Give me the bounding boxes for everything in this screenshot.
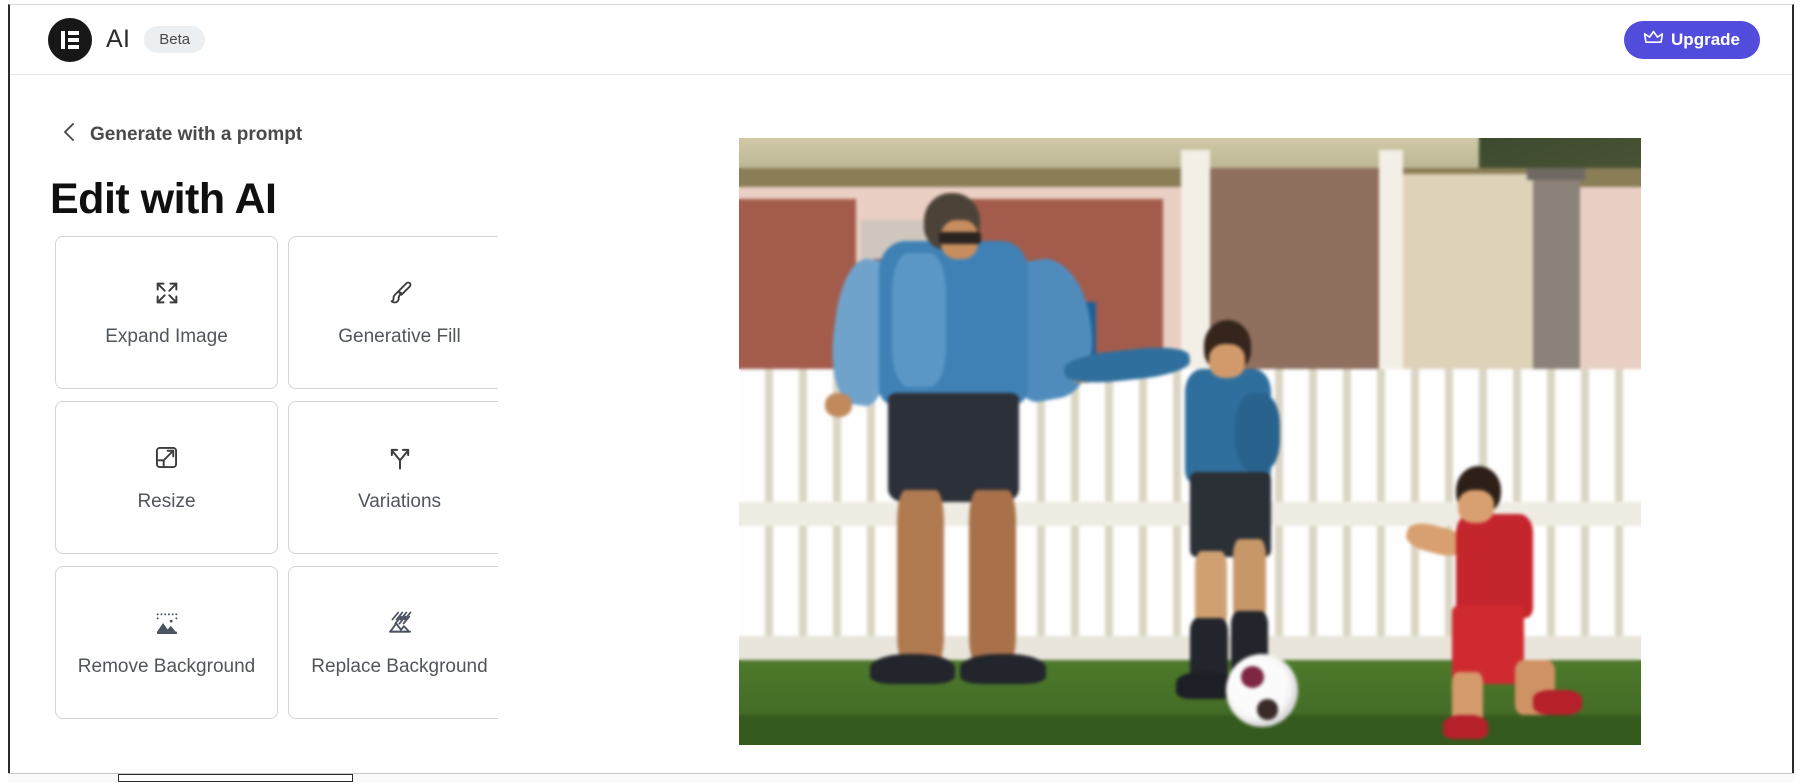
- paint-brush-icon: [386, 278, 414, 308]
- resize-frame-icon: [153, 443, 180, 473]
- action-card-expand-image[interactable]: Expand Image: [55, 236, 278, 389]
- beta-badge: Beta: [144, 26, 206, 53]
- action-card-label: Variations: [357, 490, 442, 512]
- image-canvas: [498, 76, 1792, 774]
- action-card-variations[interactable]: Variations: [288, 401, 511, 554]
- back-link-label: Generate with a prompt: [90, 123, 303, 145]
- photo-softening-overlay: [739, 138, 1641, 745]
- action-card-label: Replace Background: [311, 655, 488, 677]
- page-title: Edit with AI: [50, 175, 277, 223]
- edit-actions-grid: Expand Image Generative Fill Resize Vari…: [55, 236, 515, 719]
- upgrade-button-label: Upgrade: [1671, 30, 1740, 49]
- expand-arrows-icon: [153, 278, 181, 308]
- action-card-remove-background[interactable]: Remove Background: [55, 566, 278, 719]
- branch-arrows-icon: [386, 443, 414, 473]
- horizontal-scrollbar[interactable]: [8, 773, 1794, 782]
- action-card-resize[interactable]: Resize: [55, 401, 278, 554]
- horizontal-scrollbar-thumb[interactable]: [118, 774, 353, 782]
- chevron-left-icon: [62, 122, 76, 147]
- action-card-replace-background[interactable]: Replace Background: [288, 566, 511, 719]
- elementor-logo-icon: [48, 17, 92, 62]
- upgrade-button[interactable]: Upgrade: [1624, 21, 1760, 59]
- action-card-label: Expand Image: [105, 325, 228, 347]
- action-card-label: Generative Fill: [338, 325, 461, 347]
- remove-background-icon: [153, 608, 181, 638]
- app-window: AI Beta Upgrade Generate with a prompt E…: [8, 4, 1794, 774]
- action-card-label: Resize: [137, 490, 196, 512]
- app-header: AI Beta Upgrade: [10, 5, 1792, 75]
- app-name: AI: [106, 25, 131, 53]
- preview-image[interactable]: [739, 138, 1641, 745]
- brand-area: AI Beta: [48, 17, 206, 62]
- replace-background-icon: [386, 608, 414, 638]
- crown-icon: [1643, 30, 1664, 50]
- back-to-generate-link[interactable]: Generate with a prompt: [62, 122, 302, 147]
- action-card-label: Remove Background: [77, 655, 256, 677]
- action-card-generative-fill[interactable]: Generative Fill: [288, 236, 511, 389]
- sidebar-panel: Generate with a prompt Edit with AI Expa…: [10, 76, 511, 774]
